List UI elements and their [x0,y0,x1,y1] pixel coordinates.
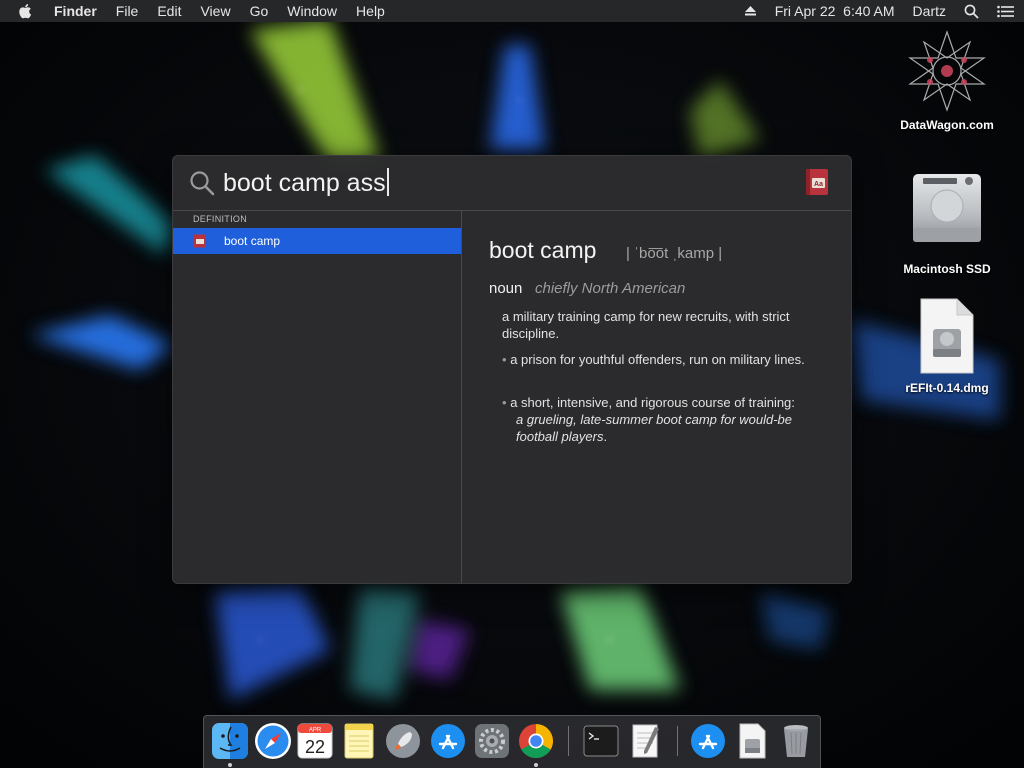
text-caret [386,168,389,196]
calendar-month-text: APR [309,728,322,734]
menu-user[interactable]: Dartz [913,3,946,19]
apple-logo-icon[interactable] [18,2,34,20]
gear-icon [475,724,509,758]
definition-bullet: • [502,395,507,410]
desktop-icon-label: Macintosh SSD [903,262,991,276]
dock-trash[interactable] [776,721,816,761]
result-item-label: boot camp [224,234,281,248]
dock: APR 22 [203,715,821,768]
disk-image-icon [920,298,974,374]
menu-view[interactable]: View [200,0,230,22]
dictionary-icon: Aa [806,169,828,195]
safari-compass-icon [255,723,291,759]
svg-text:Aa: Aa [814,181,823,188]
dictionary-icon [193,234,206,248]
definition-pronunciation: | ˈbo͞ot ˌkamp | [626,245,723,262]
spotlight-window: boot camp ass Aa DEFINITION boot camp bo… [172,155,852,584]
notification-center-icon[interactable] [997,5,1014,18]
definition-example: a grueling, late-summer boot camp for wo… [502,411,832,445]
definition-text: a prison for youthful offenders, run on … [510,352,805,367]
notes-icon [344,723,374,759]
dock-textedit[interactable] [625,721,665,761]
spotlight-search-bar: boot camp ass Aa [173,156,851,211]
definition-text: a short, intensive, and rigorous course … [510,395,795,410]
dock-finder[interactable] [210,721,250,761]
result-item-boot-camp[interactable]: boot camp [173,228,461,254]
app-store-icon [691,724,725,758]
dock-notes[interactable] [339,721,379,761]
dock-app-store[interactable] [428,721,468,761]
chrome-icon [519,724,553,758]
dock-chrome[interactable] [516,721,556,761]
app-store-icon [431,724,465,758]
menu-help[interactable]: Help [356,0,385,22]
dock-separator [568,726,569,756]
spotlight-search-icon[interactable] [964,4,979,19]
dock-calendar[interactable]: APR 22 [295,721,335,761]
definition-sense-1: a military training camp for new recruit… [502,308,832,342]
definition-headword: boot camp [489,237,597,263]
spotlight-results-list: DEFINITION boot camp [173,211,462,583]
dock-app-store-downloads[interactable] [688,721,728,761]
dock-safari[interactable] [253,721,293,761]
spotlight-search-input[interactable]: boot camp ass [223,165,783,201]
results-section-header: DEFINITION [193,214,247,224]
star-emblem-icon [908,30,986,112]
menu-clock[interactable]: Fri Apr 22 6:40 AM [775,3,895,19]
menu-go[interactable]: Go [250,0,269,22]
trash-icon [784,725,808,757]
definition-sense-3: • a short, intensive, and rigorous cours… [502,394,832,445]
definition-register: chiefly North American [535,280,686,297]
desktop-icon-datawagon[interactable]: DataWagon.com [887,28,1007,132]
search-query-text: boot camp ass [223,169,386,197]
menu-window[interactable]: Window [287,0,337,22]
dock-disk-image[interactable] [732,721,772,761]
terminal-icon [583,725,619,757]
dictionary-preview-pane: boot camp | ˈbo͞ot ˌkamp | noun chiefly … [463,211,851,583]
desktop-icon-macintosh-ssd[interactable]: Macintosh SSD [887,170,1007,276]
rocket-icon [386,724,420,758]
desktop-icon-label: rEFIt-0.14.dmg [905,381,989,395]
definition-example-text: a grueling, late-summer boot camp for wo… [516,412,793,444]
dock-terminal[interactable] [581,721,621,761]
definition-sense-2: • a prison for youthful offenders, run o… [502,351,832,368]
running-indicator [228,763,232,767]
running-indicator [534,763,538,767]
menu-edit[interactable]: Edit [157,0,181,22]
eject-icon[interactable] [744,5,757,17]
disk-image-icon [739,723,766,759]
menu-bar: Finder File Edit View Go Window Help Fri… [0,0,1024,22]
hard-drive-icon [913,174,981,242]
dock-system-preferences[interactable] [472,721,512,761]
calendar-icon: APR 22 [297,723,333,759]
definition-bullet: • [502,352,507,367]
finder-icon [212,723,248,759]
definition-example-end: . [603,429,608,444]
calendar-day-text: 22 [305,737,325,757]
search-icon [190,171,215,196]
definition-part-of-speech: noun [489,280,523,297]
menu-file[interactable]: File [116,0,139,22]
textedit-icon [632,724,659,758]
desktop-icon-label: DataWagon.com [900,118,994,132]
desktop-icon-refit-dmg[interactable]: rEFIt-0.14.dmg [887,297,1007,395]
menu-app-finder[interactable]: Finder [54,0,97,22]
dock-separator [677,726,678,756]
dock-launchpad[interactable] [383,721,423,761]
definition-text: a military training camp for new recruit… [502,309,790,341]
